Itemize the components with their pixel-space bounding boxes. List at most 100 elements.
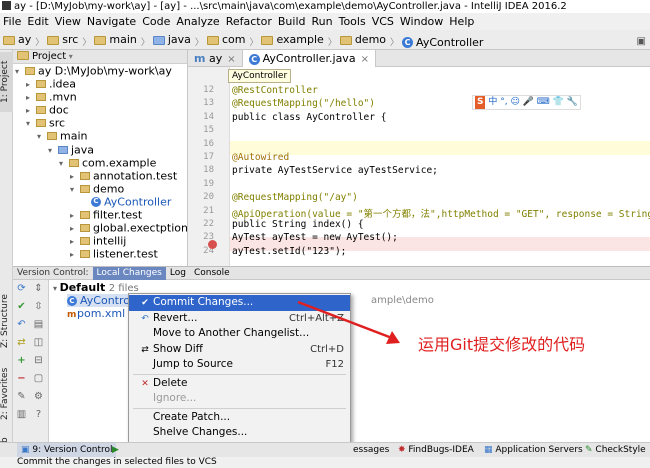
- tab-favorites[interactable]: 2: Favorites: [0, 362, 13, 426]
- tree-item[interactable]: ▸ global.exectption.test: [13, 221, 187, 235]
- tree-item[interactable]: C AyController: [13, 195, 187, 208]
- preview-icon[interactable]: ▢: [33, 373, 44, 384]
- breakpoint-icon[interactable]: [208, 240, 217, 249]
- crumb-demo[interactable]: demo: [339, 30, 386, 50]
- menu-window[interactable]: Window: [397, 13, 446, 30]
- chevron-right-icon[interactable]: ▸: [26, 104, 36, 117]
- group-icon[interactable]: ▤: [33, 319, 44, 330]
- tool-version-control[interactable]: ▣ 9: Version Control: [17, 443, 117, 457]
- menu-item-ignore[interactable]: Ignore...: [129, 391, 350, 407]
- tab-aycontroller[interactable]: C AyController.java ×: [242, 50, 376, 67]
- tab-local-changes[interactable]: Local Changes: [92, 267, 166, 280]
- close-icon[interactable]: ×: [361, 54, 369, 65]
- changelist-default[interactable]: ▾ Default 2 files: [53, 281, 139, 294]
- chevron-down-icon[interactable]: ▾: [59, 157, 69, 170]
- menu-refactor[interactable]: Refactor: [223, 13, 275, 30]
- menu-code[interactable]: Code: [139, 13, 173, 30]
- menu-item-shelve-changes[interactable]: Shelve Changes...: [129, 425, 350, 441]
- tool-app-servers[interactable]: ▦ Application Servers: [484, 443, 583, 457]
- crumb-main[interactable]: main: [94, 30, 137, 50]
- menu-edit[interactable]: Edit: [24, 13, 51, 30]
- tree-item[interactable]: ▸ .idea: [13, 77, 187, 91]
- tool-findbugs[interactable]: ✸ FindBugs-IDEA: [398, 443, 474, 457]
- menu-file[interactable]: File: [0, 13, 24, 30]
- chevron-right-icon[interactable]: ▸: [70, 235, 80, 248]
- changed-file-pom[interactable]: mpom.xml: [67, 307, 125, 320]
- crumb-com[interactable]: com: [206, 30, 245, 50]
- menu-item-icon: ✔: [141, 298, 149, 308]
- revert-icon[interactable]: ↶: [16, 319, 27, 330]
- tree-item[interactable]: ▾ ay D:\MyJob\my-work\ay: [13, 64, 187, 78]
- tree-item[interactable]: ▾ demo: [13, 182, 187, 195]
- collapse-icon[interactable]: ⇳: [33, 301, 44, 312]
- expand-icon[interactable]: ⇕: [33, 283, 44, 294]
- tree-item[interactable]: ▸ listener.test: [13, 247, 187, 261]
- bug-icon: ✸: [398, 445, 409, 455]
- shelve-icon[interactable]: ▥: [16, 409, 27, 420]
- tab-structure[interactable]: Z: Structure: [0, 286, 13, 356]
- chevron-right-icon[interactable]: ▸: [26, 78, 36, 91]
- class-icon: C: [248, 54, 260, 65]
- tree-item[interactable]: ▾ com.example: [13, 156, 187, 169]
- menu-item-delete[interactable]: ✕ Delete: [129, 376, 350, 392]
- nav-tools[interactable]: ▣: [637, 32, 646, 52]
- ime-toolbar[interactable]: S 中 °, ☺ 🎤 ⌨ 👕 🔧: [472, 95, 581, 110]
- add-changelist-icon[interactable]: +: [16, 355, 27, 366]
- crumb-java[interactable]: java: [152, 30, 191, 50]
- tool-messages[interactable]: essages: [353, 443, 389, 457]
- tree-item[interactable]: ▸ annotation.test: [13, 169, 187, 182]
- chevron-down-icon[interactable]: ▾: [70, 183, 80, 196]
- chevron-down-icon[interactable]: ▾: [48, 144, 58, 157]
- refresh-icon[interactable]: ⟳: [16, 283, 27, 294]
- menu-item-create-patch[interactable]: Create Patch...: [129, 410, 350, 426]
- tab-ay[interactable]: m ay ×: [188, 50, 243, 67]
- chevron-down-icon[interactable]: ▾: [15, 65, 25, 78]
- run-icon[interactable]: ▶: [112, 443, 119, 457]
- diff-icon[interactable]: ⇄: [16, 337, 27, 348]
- move-icon[interactable]: ✎: [16, 391, 27, 402]
- chevron-right-icon[interactable]: ▸: [26, 91, 36, 104]
- menu-vcs[interactable]: VCS: [369, 13, 397, 30]
- folder-icon: [80, 250, 90, 259]
- line-number: 13: [203, 98, 214, 109]
- tree-item[interactable]: ▾ src: [13, 116, 187, 130]
- chevron-down-icon[interactable]: ▾: [26, 117, 36, 130]
- chevron-right-icon[interactable]: ▸: [70, 209, 80, 222]
- tree-item[interactable]: ▸ .mvn: [13, 90, 187, 104]
- remove-changelist-icon[interactable]: −: [16, 373, 27, 384]
- menu-run[interactable]: Run: [309, 13, 336, 30]
- tab-log[interactable]: Log: [166, 267, 190, 280]
- code-line: public class AyController {: [232, 111, 387, 123]
- menu-analyze[interactable]: Analyze: [173, 13, 222, 30]
- crumb-example[interactable]: example: [261, 30, 324, 50]
- tool-checkstyle[interactable]: ✎ CheckStyle: [585, 443, 646, 457]
- tab-project[interactable]: 1: Project: [0, 52, 13, 112]
- chevron-right-icon[interactable]: ▸: [70, 170, 80, 183]
- tab-console[interactable]: Console: [190, 267, 234, 280]
- chevron-down-icon[interactable]: ▾: [37, 130, 47, 143]
- code-line: public String index() {: [232, 219, 364, 230]
- menu-view[interactable]: View: [52, 13, 84, 30]
- filter-icon[interactable]: ⊟: [33, 355, 44, 366]
- tree-item[interactable]: ▾ main: [13, 129, 187, 143]
- close-icon[interactable]: ×: [227, 54, 235, 65]
- menu-navigate[interactable]: Navigate: [84, 13, 139, 30]
- help-icon[interactable]: ?: [33, 409, 44, 420]
- crumb-ay[interactable]: ay: [3, 30, 31, 50]
- menu-item-jump-to-source[interactable]: Jump to Source F12: [129, 357, 350, 373]
- settings-icon[interactable]: ⚙: [33, 391, 44, 402]
- show-ignored-icon[interactable]: ◫: [33, 337, 44, 348]
- commit-icon[interactable]: ✔: [16, 301, 27, 312]
- chevron-right-icon[interactable]: ▸: [70, 248, 80, 261]
- menu-tools[interactable]: Tools: [336, 13, 369, 30]
- tree-item[interactable]: ▸ doc: [13, 103, 187, 117]
- tree-item[interactable]: ▸ intellij: [13, 234, 187, 248]
- crumb-src[interactable]: src: [47, 30, 78, 50]
- tree-item[interactable]: ▾ java: [13, 143, 187, 156]
- menu-build[interactable]: Build: [275, 13, 309, 30]
- chevron-right-icon[interactable]: ▸: [70, 222, 80, 235]
- vcs-icon: ▣: [21, 445, 33, 455]
- tree-item[interactable]: ▸ filter.test: [13, 208, 187, 222]
- menu-help[interactable]: Help: [446, 13, 477, 30]
- folder-icon: [47, 132, 57, 141]
